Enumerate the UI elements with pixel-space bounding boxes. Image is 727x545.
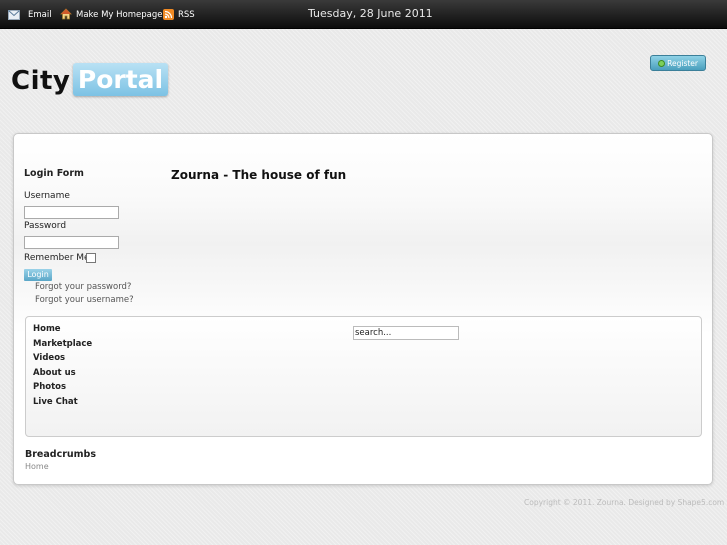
plus-icon: [658, 60, 665, 67]
register-label: Register: [667, 59, 698, 68]
rss-link[interactable]: RSS: [163, 8, 195, 22]
password-label: Password: [24, 221, 67, 231]
homepage-label: Make My Homepage: [76, 10, 163, 20]
breadcrumb-home: Home: [25, 462, 49, 471]
logo-text-portal: Portal: [73, 63, 168, 96]
top-bar: Email Make My Homepage RSS Tuesday, 28 J…: [0, 0, 727, 29]
footer-copyright: Copyright © 2011. Zourna. Designed by Sh…: [524, 498, 725, 507]
email-label: Email: [28, 10, 52, 20]
nav-item-photos[interactable]: Photos: [33, 382, 66, 392]
password-input[interactable]: [24, 236, 119, 249]
nav-item-home[interactable]: Home: [33, 324, 61, 334]
forgot-password-link[interactable]: Forgot your password?: [35, 282, 131, 292]
search-input[interactable]: search...: [353, 326, 459, 340]
current-date: Tuesday, 28 June 2011: [308, 7, 433, 20]
rss-label: RSS: [178, 10, 195, 20]
username-label: Username: [24, 191, 70, 201]
remember-me-label: Remember Me: [24, 253, 90, 263]
login-form-title: Login Form: [24, 168, 84, 179]
forgot-username-link[interactable]: Forgot your username?: [35, 295, 134, 305]
page-title: Zourna - The house of fun: [171, 168, 347, 182]
nav-item-live-chat[interactable]: Live Chat: [33, 397, 78, 407]
register-button[interactable]: Register: [650, 55, 706, 71]
breadcrumbs-title: Breadcrumbs: [25, 449, 97, 460]
nav-item-videos[interactable]: Videos: [33, 353, 65, 363]
home-icon: [60, 8, 72, 20]
mail-icon: [8, 10, 20, 20]
remember-me-checkbox[interactable]: [86, 253, 96, 263]
logo-text-city: City: [11, 66, 71, 96]
rss-icon: [163, 9, 174, 20]
nav-item-marketplace[interactable]: Marketplace: [33, 339, 92, 349]
make-homepage-link[interactable]: Make My Homepage: [60, 8, 163, 22]
email-link[interactable]: Email: [8, 8, 52, 22]
username-input[interactable]: [24, 206, 119, 219]
nav-item-about-us[interactable]: About us: [33, 368, 76, 378]
login-button[interactable]: Login: [24, 269, 52, 281]
